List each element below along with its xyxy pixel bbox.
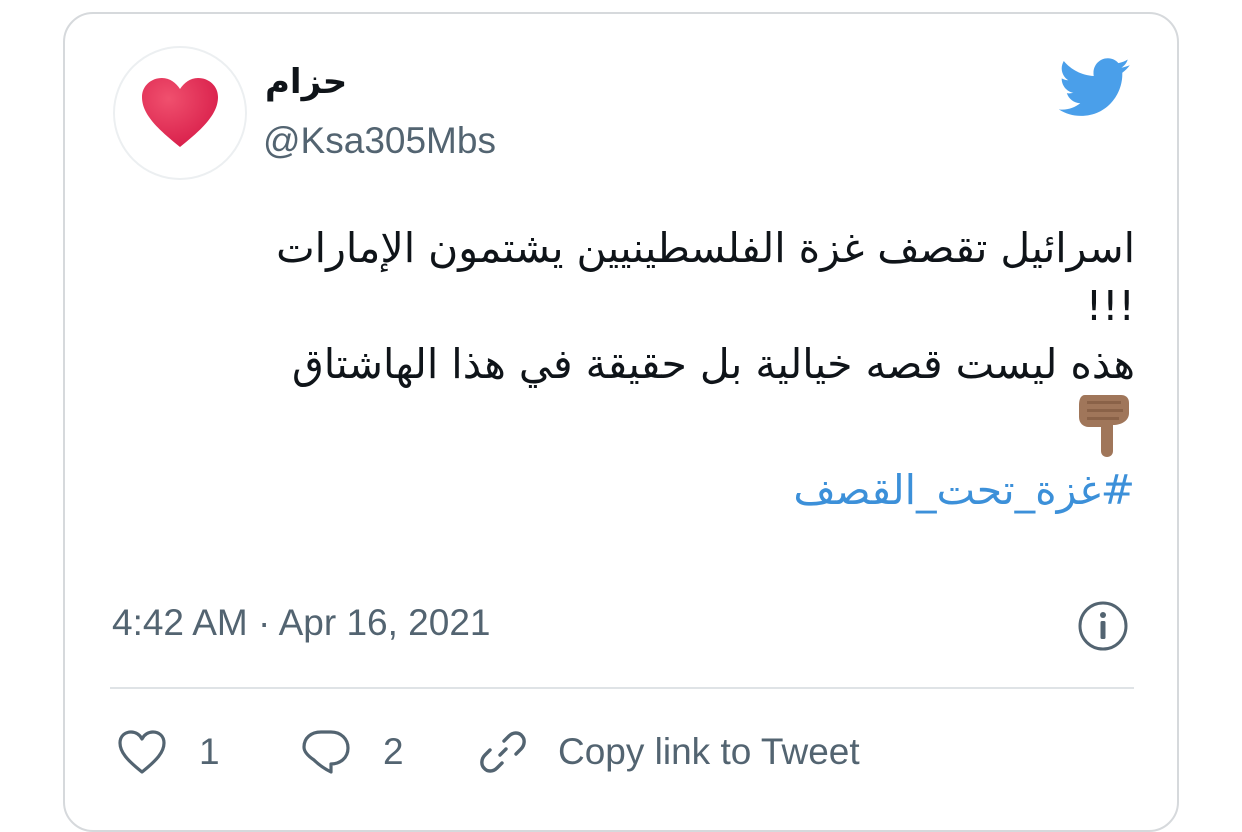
tweet-timestamp[interactable]: 4:42 AM · Apr 16, 2021: [112, 602, 490, 644]
divider: [110, 687, 1134, 689]
reply-button[interactable]: 2: [301, 724, 404, 780]
tweet-text: اسرائيل تقصف غزة الفلسطينيين يشتمون الإم…: [145, 219, 1135, 519]
hashtag-link[interactable]: #غزة_تحت_القصف: [145, 461, 1135, 519]
tweet-text-line: هذه ليست قصه خيالية بل حقيقة في هذا الها…: [291, 340, 1135, 388]
red-heart-icon: [142, 78, 218, 147]
tweet-text-line: !!!: [1085, 282, 1135, 330]
tweet-card[interactable]: حزام @Ksa305Mbs اسرائيل تقصف غزة الفلسطي…: [63, 12, 1179, 832]
copy-link-button[interactable]: Copy link to Tweet: [478, 724, 860, 780]
display-name[interactable]: حزام: [265, 62, 347, 102]
pointing-down-hand-icon: [1079, 395, 1129, 457]
like-button[interactable]: 1: [117, 724, 220, 780]
pointing-down-emoji: [145, 393, 1135, 459]
link-icon: [480, 731, 526, 773]
reply-count: 2: [383, 731, 404, 772]
speech-bubble-icon: [302, 730, 350, 774]
like-count: 1: [199, 731, 220, 772]
avatar[interactable]: [113, 46, 247, 180]
copy-link-label: Copy link to Tweet: [558, 731, 860, 772]
info-icon[interactable]: [1077, 600, 1129, 652]
twitter-bird-icon[interactable]: [1059, 58, 1131, 118]
user-handle[interactable]: @Ksa305Mbs: [263, 120, 496, 162]
tweet-text-line: اسرائيل تقصف غزة الفلسطينيين يشتمون الإم…: [276, 224, 1135, 272]
heart-outline-icon: [118, 730, 166, 774]
